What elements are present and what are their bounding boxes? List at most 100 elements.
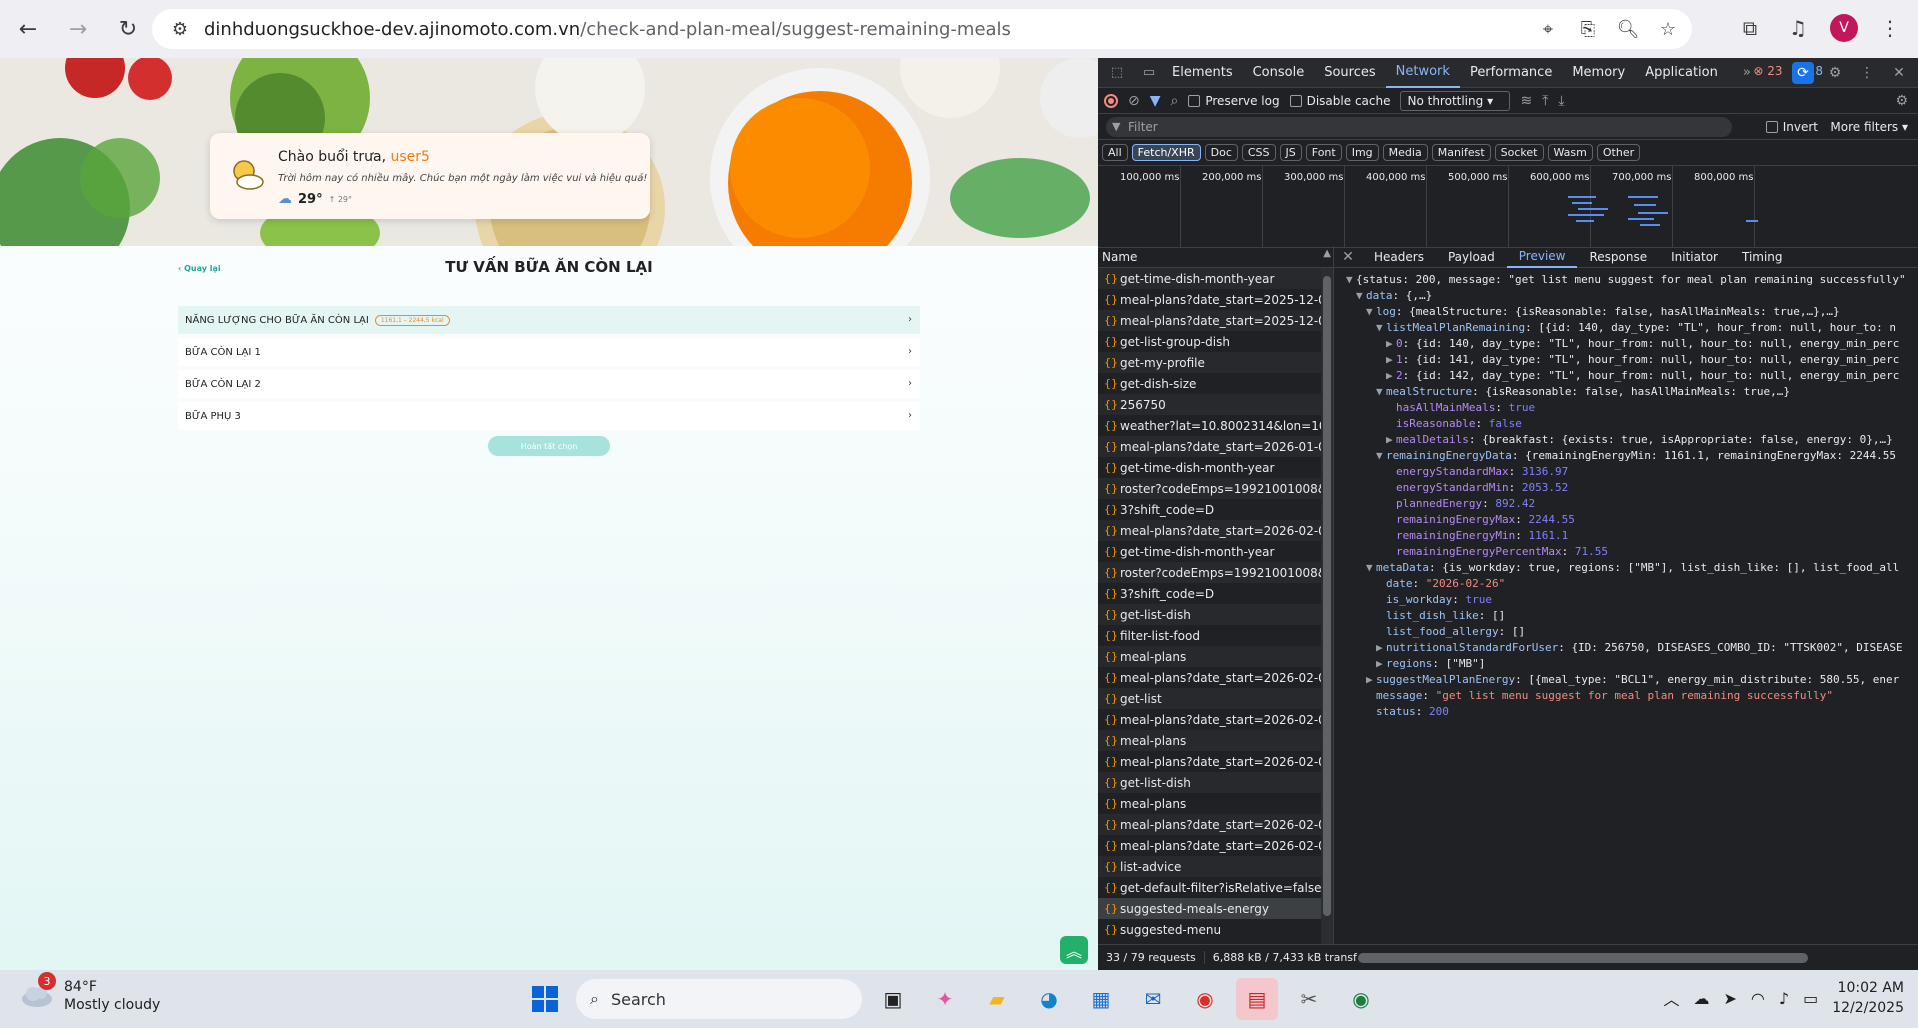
type-filter-img[interactable]: Img [1345,144,1379,161]
taskbar-search[interactable]: ⌕ Search [576,979,862,1019]
back-arrow-icon[interactable]: ← [6,7,50,51]
request-row[interactable]: {}weather?lat=10.8002314&lon=106.6... [1098,415,1333,436]
name-column-header[interactable]: Name ▲ [1098,246,1333,268]
type-filter-all[interactable]: All [1102,144,1128,161]
bookmark-star-icon[interactable]: ☆ [1654,15,1682,43]
json-line[interactable]: ▼ remainingEnergyData: {remainingEnergyMi… [1334,448,1918,464]
scroll-to-top-icon[interactable]: ︽ [1060,936,1088,964]
devtools-tab-console[interactable]: Console [1243,58,1315,88]
close-detail-icon[interactable]: ✕ [1334,249,1362,265]
url-text[interactable]: dinhduongsuckhoe-dev.ajinomoto.com.vn/ch… [204,19,1011,40]
request-row[interactable]: {} get-default-filter?isRelative=false [1098,877,1333,898]
install-app-icon[interactable]: ⎘ [1574,15,1602,43]
request-row[interactable]: {}roster?codeEmps=19921001008&dat... [1098,562,1333,583]
outlook-icon[interactable]: ✉ [1132,978,1174,1020]
request-row[interactable]: {} meal-plans?date_start=2025-12-01&... [1098,289,1333,310]
battery-icon[interactable]: ▭ [1803,989,1818,1008]
type-filter-font[interactable]: Font [1305,144,1342,161]
request-row[interactable]: {} get-list-dish [1098,772,1333,793]
json-line[interactable]: ▼ log: {mealStructure: {isReasonable: fal… [1334,304,1918,320]
json-line[interactable]: ▶ 1: {id: 141, day_type: "TL", hour_from:… [1334,352,1918,368]
finish-selection-button[interactable]: Hoàn tất chọn [488,436,610,456]
detail-tab-preview[interactable]: Preview [1506,246,1578,268]
detail-tab-timing[interactable]: Timing [1730,246,1795,268]
request-row[interactable]: {} get-time-dish-month-year [1098,541,1333,562]
onedrive-offline-icon[interactable]: ☁ [1693,989,1709,1008]
snack-3-row[interactable]: BỮA PHỤ 3 › [178,402,920,430]
horizontal-scrollbar[interactable] [1358,953,1808,963]
show-hidden-icons-chevron-icon[interactable]: ︿ [1663,986,1679,1010]
request-row[interactable]: {} 256750 [1098,394,1333,415]
request-row[interactable]: {} filter-list-food [1098,625,1333,646]
disable-cache-checkbox[interactable]: Disable cache [1289,94,1390,108]
network-settings-icon[interactable]: ⚙ [1895,93,1908,109]
file-explorer-icon[interactable]: ▰ [976,978,1018,1020]
filter-funnel-icon[interactable]: ▼ [1150,93,1161,109]
detail-tab-initiator[interactable]: Initiator [1659,246,1730,268]
filter-input[interactable]: ▼ Filter [1106,116,1732,137]
json-line[interactable]: ▶ regions: ["MB"] [1334,656,1918,672]
request-row[interactable]: {} meal-plans [1098,730,1333,751]
export-har-icon[interactable]: ⤓ [1558,93,1564,109]
record-stop-icon[interactable] [1104,93,1118,108]
devtools-tab-performance[interactable]: Performance [1460,58,1562,88]
devtools-tab-sources[interactable]: Sources [1314,58,1385,88]
type-filter-doc[interactable]: Doc [1204,144,1238,161]
profile-avatar[interactable]: V [1830,14,1858,42]
request-row[interactable]: {} meal-plans?date_start=2026-02-01&... [1098,709,1333,730]
address-bar[interactable]: ⚙ dinhduongsuckhoe-dev.ajinomoto.com.vn/… [152,9,1692,49]
devtools-tab-elements[interactable]: Elements [1162,58,1243,88]
request-row[interactable]: {} 3?shift_code=D [1098,499,1333,520]
snipping-tool-icon[interactable]: ✂ [1288,978,1330,1020]
json-line[interactable]: ▼ {status: 200, message: "get list menu s… [1334,272,1918,288]
more-filters-dropdown[interactable]: More filters ▾ [1830,120,1908,134]
active-app-icon[interactable]: ▤ [1236,978,1278,1020]
request-row[interactable]: {} meal-plans?date_start=2026-02-01&... [1098,814,1333,835]
devtools-tab-network[interactable]: Network [1385,58,1460,88]
device-toolbar-icon[interactable]: ▭ [1136,60,1162,86]
request-row[interactable]: {} meal-plans [1098,793,1333,814]
request-row[interactable]: {} get-list-group-dish [1098,331,1333,352]
type-filter-other[interactable]: Other [1596,144,1641,161]
request-row[interactable]: {}roster?codeEmps=19921001008&dat... [1098,478,1333,499]
taskbar-weather-widget[interactable]: 3 84°F Mostly cloudy [20,972,160,1014]
extensions-icon[interactable]: ⧉ [1734,12,1766,44]
devtools-tab-application[interactable]: Application [1635,58,1728,88]
type-filter-manifest[interactable]: Manifest [1431,144,1491,161]
type-filter-wasm[interactable]: Wasm [1547,144,1593,161]
json-line[interactable]: ▼ data: {,…} [1334,288,1918,304]
request-row[interactable]: {} meal-plans?date_start=2026-02-01&... [1098,751,1333,772]
site-settings-icon[interactable]: ⚙ [166,15,194,43]
network-overview-timeline[interactable]: 100,000 ms 200,000 ms 300,000 ms 400,000 ms… [1098,166,1918,248]
request-row[interactable]: {} meal-plans?date_start=2026-01-01&... [1098,436,1333,457]
type-filter-fetchxhr[interactable]: Fetch/XHR [1131,144,1201,161]
request-row[interactable]: {} get-dish-size [1098,373,1333,394]
send-arrow-icon[interactable]: ➤ [1723,989,1736,1008]
settings-gear-icon[interactable]: ⚙ [1824,62,1846,84]
wifi-icon[interactable]: ◠ [1751,989,1765,1008]
task-view-icon[interactable]: ▣ [872,978,914,1020]
request-row[interactable]: {} get-my-profile [1098,352,1333,373]
remaining-meal-1-row[interactable]: BỮA CÒN LẠI 1 › [178,338,920,366]
performance-insights-icon[interactable]: ⟳ [1792,62,1814,84]
windows-start-icon[interactable] [524,978,566,1020]
edge-browser-icon[interactable]: ◕ [1028,978,1070,1020]
copilot-icon[interactable]: ✦ [924,978,966,1020]
request-row[interactable]: {} suggested-meals-energy [1098,898,1333,919]
request-row[interactable]: {} get-list [1098,688,1333,709]
request-row[interactable]: {} get-time-dish-month-year [1098,268,1333,289]
request-row[interactable]: {} get-time-dish-month-year [1098,457,1333,478]
json-line[interactable]: ▼ metaData: {is_workday: true, regions: [… [1334,560,1918,576]
json-line[interactable]: ▶ nutritionalStandardForUser: {ID: 256750… [1334,640,1918,656]
json-line[interactable]: ▼ mealStructure: {isReasonable: false, ha… [1334,384,1918,400]
json-line[interactable]: ▶ 0: {id: 140, day_type: "TL", hour_from:… [1334,336,1918,352]
json-line[interactable]: ▶ mealDetails: {breakfast: {exists: true,… [1334,432,1918,448]
chrome-icon[interactable]: ◉ [1184,978,1226,1020]
zoom-icon[interactable]: 🔍︎ [1614,15,1642,43]
invert-checkbox[interactable]: Invert [1765,120,1818,134]
network-conditions-icon[interactable]: ≋ [1520,93,1532,109]
json-line[interactable]: ▶ 2: {id: 142, day_type: "TL", hour_from:… [1334,368,1918,384]
preserve-log-checkbox[interactable]: Preserve log [1188,94,1280,108]
detail-tab-response[interactable]: Response [1577,246,1659,268]
search-icon[interactable]: ⌕ [1171,93,1179,109]
